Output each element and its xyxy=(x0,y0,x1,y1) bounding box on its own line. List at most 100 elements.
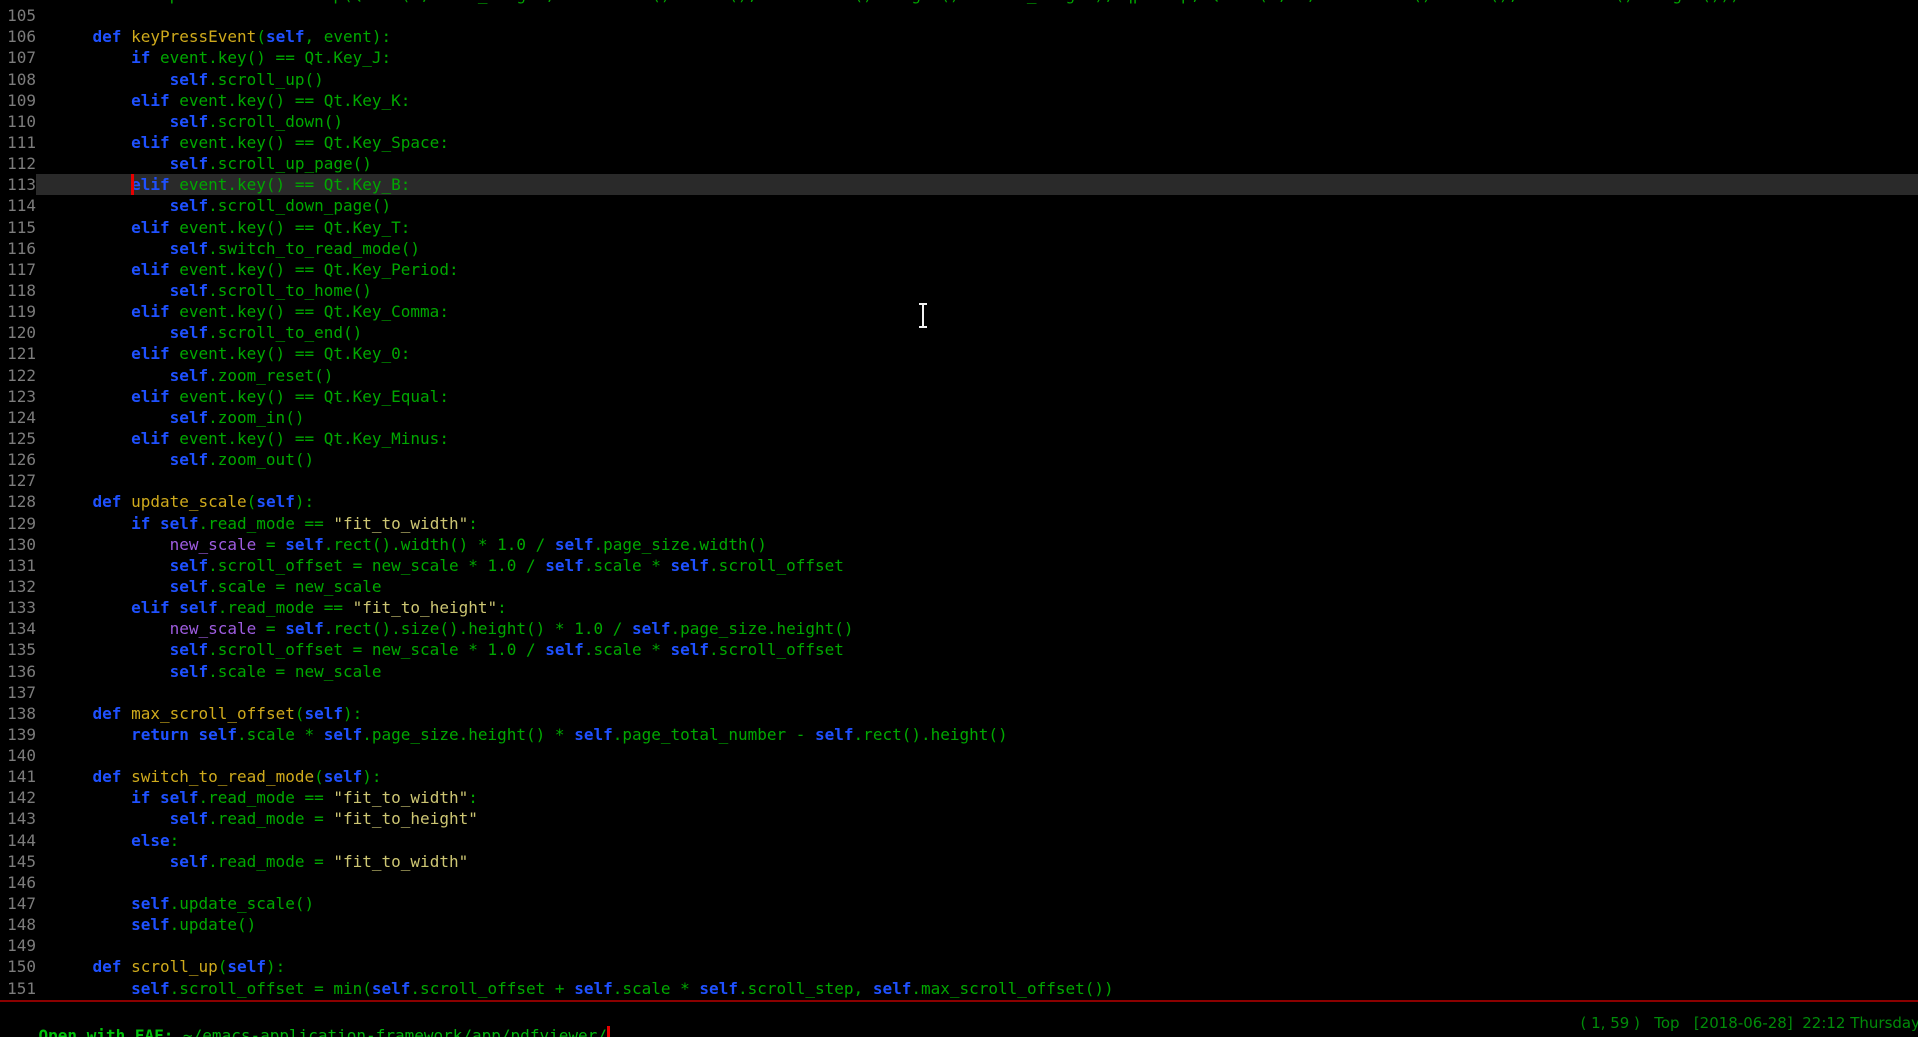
code-text[interactable]: def keyPressEvent(self, event): xyxy=(36,26,1918,47)
code-text[interactable]: def update_scale(self): xyxy=(36,491,1918,512)
code-text[interactable]: elif event.key() == Qt.Key_Period: xyxy=(36,259,1918,280)
code-line[interactable]: 107 if event.key() == Qt.Key_J: xyxy=(0,47,1918,68)
code-text[interactable]: return self.scale * self.page_size.heigh… xyxy=(36,724,1918,745)
code-line[interactable]: 116 self.switch_to_read_mode() xyxy=(0,238,1918,259)
minibuffer-input[interactable]: ~/emacs-application-framework/app/pdfvie… xyxy=(183,1026,607,1037)
code-line[interactable]: 140 xyxy=(0,745,1918,766)
code-text[interactable] xyxy=(36,470,1918,491)
code-line[interactable]: 117 elif event.key() == Qt.Key_Period: xyxy=(0,259,1918,280)
code-text[interactable]: self.read_mode = "fit_to_height" xyxy=(36,808,1918,829)
code-text[interactable]: new_scale = self.rect().size().height() … xyxy=(36,618,1918,639)
code-text[interactable]: self.scale = new_scale xyxy=(36,661,1918,682)
code-line[interactable]: 130 new_scale = self.rect().width() * 1.… xyxy=(0,534,1918,555)
code-line[interactable]: 151 self.scroll_offset = min(self.scroll… xyxy=(0,978,1918,999)
code-text[interactable]: self.scroll_offset = min(self.scroll_off… xyxy=(36,978,1918,999)
code-text[interactable]: elif event.key() == Qt.Key_Space: xyxy=(36,132,1918,153)
line-number: 114 xyxy=(0,195,36,216)
code-line[interactable]: 139 return self.scale * self.page_size.h… xyxy=(0,724,1918,745)
code-line[interactable]: 149 xyxy=(0,935,1918,956)
code-text[interactable]: def scroll_up(self): xyxy=(36,956,1918,977)
code-line[interactable]: 132 self.scale = new_scale xyxy=(0,576,1918,597)
code-line[interactable]: 131 self.scroll_offset = new_scale * 1.0… xyxy=(0,555,1918,576)
code-text[interactable]: self.scroll_down_page() xyxy=(36,195,1918,216)
code-text[interactable]: self.zoom_in() xyxy=(36,407,1918,428)
code-line[interactable]: 118 self.scroll_to_home() xyxy=(0,280,1918,301)
code-text[interactable] xyxy=(36,682,1918,703)
code-text[interactable]: elif event.key() == Qt.Key_T: xyxy=(36,217,1918,238)
code-text[interactable]: elif event.key() == Qt.Key_Comma: xyxy=(36,301,1918,322)
code-text[interactable]: self.scroll_to_home() xyxy=(36,280,1918,301)
code-line[interactable]: 111 elif event.key() == Qt.Key_Space: xyxy=(0,132,1918,153)
code-text[interactable]: else: xyxy=(36,830,1918,851)
code-text[interactable]: self.update() xyxy=(36,914,1918,935)
code-line[interactable]: 123 elif event.key() == Qt.Key_Equal: xyxy=(0,386,1918,407)
code-line[interactable]: 138 def max_scroll_offset(self): xyxy=(0,703,1918,724)
code-text[interactable]: elif event.key() == Qt.Key_K: xyxy=(36,90,1918,111)
code-line[interactable]: 121 elif event.key() == Qt.Key_0: xyxy=(0,343,1918,364)
code-text[interactable]: self.scale = new_scale xyxy=(36,576,1918,597)
code-line[interactable]: 136 self.scale = new_scale xyxy=(0,661,1918,682)
code-line[interactable]: 109 elif event.key() == Qt.Key_K: xyxy=(0,90,1918,111)
code-line[interactable]: 126 self.zoom_out() xyxy=(0,449,1918,470)
code-text[interactable]: new_scale = self.rect().width() * 1.0 / … xyxy=(36,534,1918,555)
echo-area[interactable]: Open with EAF: ~/emacs-application-frame… xyxy=(0,1002,1918,1037)
code-line[interactable]: 114 self.scroll_down_page() xyxy=(0,195,1918,216)
code-text[interactable]: elif event.key() == Qt.Key_Equal: xyxy=(36,386,1918,407)
code-text[interactable] xyxy=(36,872,1918,893)
code-line[interactable]: 148 self.update() xyxy=(0,914,1918,935)
code-text[interactable]: def switch_to_read_mode(self): xyxy=(36,766,1918,787)
code-text[interactable]: if self.read_mode == "fit_to_width": xyxy=(36,787,1918,808)
code-line[interactable]: 134 new_scale = self.rect().size().heigh… xyxy=(0,618,1918,639)
code-line[interactable]: 122 self.zoom_reset() xyxy=(0,365,1918,386)
line-number: 146 xyxy=(0,872,36,893)
code-line[interactable]: 147 self.update_scale() xyxy=(0,893,1918,914)
code-line[interactable]: 110 self.scroll_down() xyxy=(0,111,1918,132)
code-text[interactable]: def max_scroll_offset(self): xyxy=(36,703,1918,724)
line-number: 123 xyxy=(0,386,36,407)
code-line[interactable]: 127 xyxy=(0,470,1918,491)
code-text[interactable]: self.switch_to_read_mode() xyxy=(36,238,1918,259)
code-line[interactable]: 145 self.read_mode = "fit_to_width" xyxy=(0,851,1918,872)
code-line[interactable]: 150 def scroll_up(self): xyxy=(0,956,1918,977)
code-line[interactable]: 124 self.zoom_in() xyxy=(0,407,1918,428)
code-text[interactable]: elif event.key() == Qt.Key_Minus: xyxy=(36,428,1918,449)
code-line[interactable]: 141 def switch_to_read_mode(self): xyxy=(0,766,1918,787)
code-line[interactable]: 142 if self.read_mode == "fit_to_width": xyxy=(0,787,1918,808)
code-line[interactable]: 135 self.scroll_offset = new_scale * 1.0… xyxy=(0,639,1918,660)
code-line[interactable]: 108 self.scroll_up() xyxy=(0,69,1918,90)
code-line[interactable]: 129 if self.read_mode == "fit_to_width": xyxy=(0,513,1918,534)
code-text[interactable]: self.scroll_offset = new_scale * 1.0 / s… xyxy=(36,555,1918,576)
code-line[interactable]: 133 elif self.read_mode == "fit_to_heigh… xyxy=(0,597,1918,618)
code-text[interactable] xyxy=(36,935,1918,956)
code-line[interactable]: 106 def keyPressEvent(self, event): xyxy=(0,26,1918,47)
code-line[interactable]: 137 xyxy=(0,682,1918,703)
code-editor[interactable]: 104 painter.drawPixmap(QRect(0, rest_hei… xyxy=(0,0,1918,1000)
code-text[interactable]: if self.read_mode == "fit_to_width": xyxy=(36,513,1918,534)
code-text[interactable]: self.update_scale() xyxy=(36,893,1918,914)
code-line[interactable]: 120 self.scroll_to_end() xyxy=(0,322,1918,343)
code-text[interactable]: if event.key() == Qt.Key_J: xyxy=(36,47,1918,68)
code-text[interactable]: self.scroll_up() xyxy=(36,69,1918,90)
code-text[interactable] xyxy=(36,5,1918,26)
code-text[interactable]: self.scroll_offset = new_scale * 1.0 / s… xyxy=(36,639,1918,660)
code-line[interactable]: 105 xyxy=(0,5,1918,26)
code-line[interactable]: 143 self.read_mode = "fit_to_height" xyxy=(0,808,1918,829)
code-text[interactable]: self.zoom_reset() xyxy=(36,365,1918,386)
code-line[interactable]: 128 def update_scale(self): xyxy=(0,491,1918,512)
code-text[interactable]: self.read_mode = "fit_to_width" xyxy=(36,851,1918,872)
code-text[interactable]: self.scroll_down() xyxy=(36,111,1918,132)
code-line[interactable]: 125 elif event.key() == Qt.Key_Minus: xyxy=(0,428,1918,449)
code-text[interactable]: self.zoom_out() xyxy=(36,449,1918,470)
code-text[interactable]: elif event.key() == Qt.Key_B: xyxy=(36,174,1918,195)
code-text[interactable]: self.scroll_up_page() xyxy=(36,153,1918,174)
code-text[interactable]: elif event.key() == Qt.Key_0: xyxy=(36,343,1918,364)
code-line[interactable]: 144 else: xyxy=(0,830,1918,851)
code-text[interactable] xyxy=(36,745,1918,766)
code-text[interactable]: self.scroll_to_end() xyxy=(36,322,1918,343)
code-line[interactable]: 113 elif event.key() == Qt.Key_B: xyxy=(0,174,1918,195)
code-text[interactable]: elif self.read_mode == "fit_to_height": xyxy=(36,597,1918,618)
code-line[interactable]: 119 elif event.key() == Qt.Key_Comma: xyxy=(0,301,1918,322)
code-line[interactable]: 115 elif event.key() == Qt.Key_T: xyxy=(0,217,1918,238)
code-line[interactable]: 146 xyxy=(0,872,1918,893)
code-line[interactable]: 112 self.scroll_up_page() xyxy=(0,153,1918,174)
